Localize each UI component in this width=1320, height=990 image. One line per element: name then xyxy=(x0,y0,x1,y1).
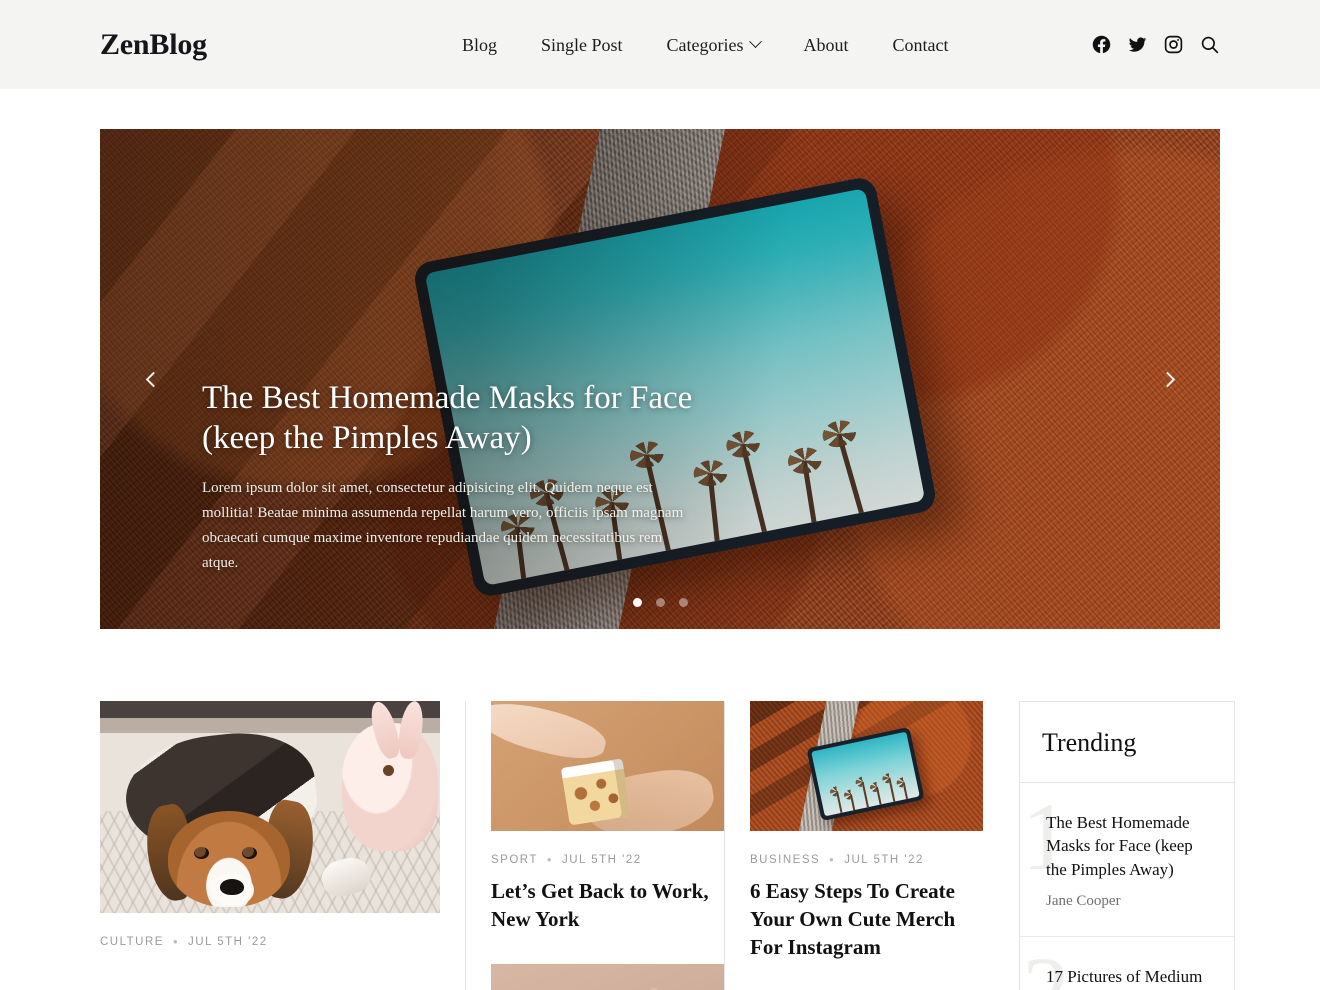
main-content: CULTURE • JUL 5TH '22 SPORT • JUL 5TH '2… xyxy=(0,629,1320,990)
instagram-icon[interactable] xyxy=(1162,34,1184,56)
trending-header: Trending xyxy=(1020,702,1234,783)
hero-title[interactable]: The Best Homemade Masks for Face (keep t… xyxy=(202,378,702,459)
trending-list-item[interactable]: 1 The Best Homemade Masks for Face (keep… xyxy=(1020,783,1234,938)
nav-item-blog[interactable]: Blog xyxy=(462,36,519,54)
article-card-image[interactable] xyxy=(750,701,983,831)
feature-article-category[interactable]: CULTURE xyxy=(100,936,164,948)
feature-article-image[interactable] xyxy=(100,701,440,913)
trending-item-title[interactable]: The Best Homemade Masks for Face (keep t… xyxy=(1046,811,1212,881)
chevron-down-icon xyxy=(748,35,762,49)
nav-item-categories[interactable]: Categories xyxy=(645,34,782,55)
nav-item-label: Contact xyxy=(892,34,949,55)
header-actions xyxy=(1090,0,1220,89)
meta-separator: • xyxy=(546,852,553,867)
hero-content: The Best Homemade Masks for Face (keep t… xyxy=(202,378,702,576)
feature-article-card: CULTURE • JUL 5TH '22 xyxy=(100,701,440,990)
nav-item-label: About xyxy=(803,34,849,55)
feature-article-date: JUL 5TH '22 xyxy=(188,935,268,948)
article-card-category[interactable]: SPORT xyxy=(491,854,538,866)
nav-item-about[interactable]: About xyxy=(782,36,871,54)
nav-item-label: Categories xyxy=(666,34,744,55)
article-card-title[interactable]: Let’s Get Back to Work, New York xyxy=(491,878,724,934)
hero-section: The Best Homemade Masks for Face (keep t… xyxy=(0,89,1320,629)
article-card-image[interactable] xyxy=(491,701,724,831)
nav-item-contact[interactable]: Contact xyxy=(871,36,971,54)
trending-item-author: Jane Cooper xyxy=(1046,893,1121,910)
hero-carousel: The Best Homemade Masks for Face (keep t… xyxy=(100,129,1220,629)
carousel-dot-2[interactable] xyxy=(655,598,665,607)
carousel-dots xyxy=(100,598,1220,607)
article-card-category[interactable]: BUSINESS xyxy=(750,854,820,866)
trending-sidebar: Trending 1 The Best Homemade Masks for F… xyxy=(1019,701,1235,990)
carousel-next-button[interactable] xyxy=(1150,362,1184,396)
trending-item-title[interactable]: 17 Pictures of Medium Length Hair in Lay… xyxy=(1046,965,1212,990)
chevron-left-icon xyxy=(145,371,161,387)
meta-separator: • xyxy=(829,852,836,867)
article-card-meta: BUSINESS • JUL 5TH '22 xyxy=(750,853,983,866)
nav-item-single-post[interactable]: Single Post xyxy=(519,36,645,54)
twitter-icon[interactable] xyxy=(1126,34,1148,56)
carousel-dot-3[interactable] xyxy=(678,598,688,607)
next-article-image[interactable] xyxy=(491,963,724,990)
carousel-dot-1[interactable] xyxy=(632,598,642,607)
trending-title: Trending xyxy=(1042,728,1137,757)
article-card-date: JUL 5TH '22 xyxy=(561,853,642,866)
chevron-right-icon xyxy=(1159,371,1175,387)
nav-item-label: Blog xyxy=(462,34,498,55)
nav-item-label: Single Post xyxy=(541,34,623,55)
article-card-sport: SPORT • JUL 5TH '22 Let’s Get Back to Wo… xyxy=(465,701,724,990)
search-icon[interactable] xyxy=(1198,34,1220,56)
site-logo[interactable]: ZenBlog xyxy=(100,29,207,60)
hero-excerpt: Lorem ipsum dolor sit amet, consectetur … xyxy=(202,479,684,571)
feature-article-meta: CULTURE • JUL 5TH '22 xyxy=(100,935,440,948)
article-card-business: BUSINESS • JUL 5TH '22 6 Easy Steps To C… xyxy=(724,701,983,990)
article-card-meta: SPORT • JUL 5TH '22 xyxy=(491,853,724,866)
trending-list-item[interactable]: 2 17 Pictures of Medium Length Hair in L… xyxy=(1020,937,1234,990)
carousel-prev-button[interactable] xyxy=(136,362,170,396)
article-card-title[interactable]: 6 Easy Steps To Create Your Own Cute Mer… xyxy=(750,878,983,962)
facebook-icon[interactable] xyxy=(1090,34,1112,56)
meta-separator: • xyxy=(172,934,180,949)
article-card-date: JUL 5TH '22 xyxy=(844,853,924,866)
main-navigation: Blog Single Post Categories About Contac… xyxy=(462,0,971,89)
site-header: ZenBlog Blog Single Post Categories Abou… xyxy=(0,0,1320,89)
